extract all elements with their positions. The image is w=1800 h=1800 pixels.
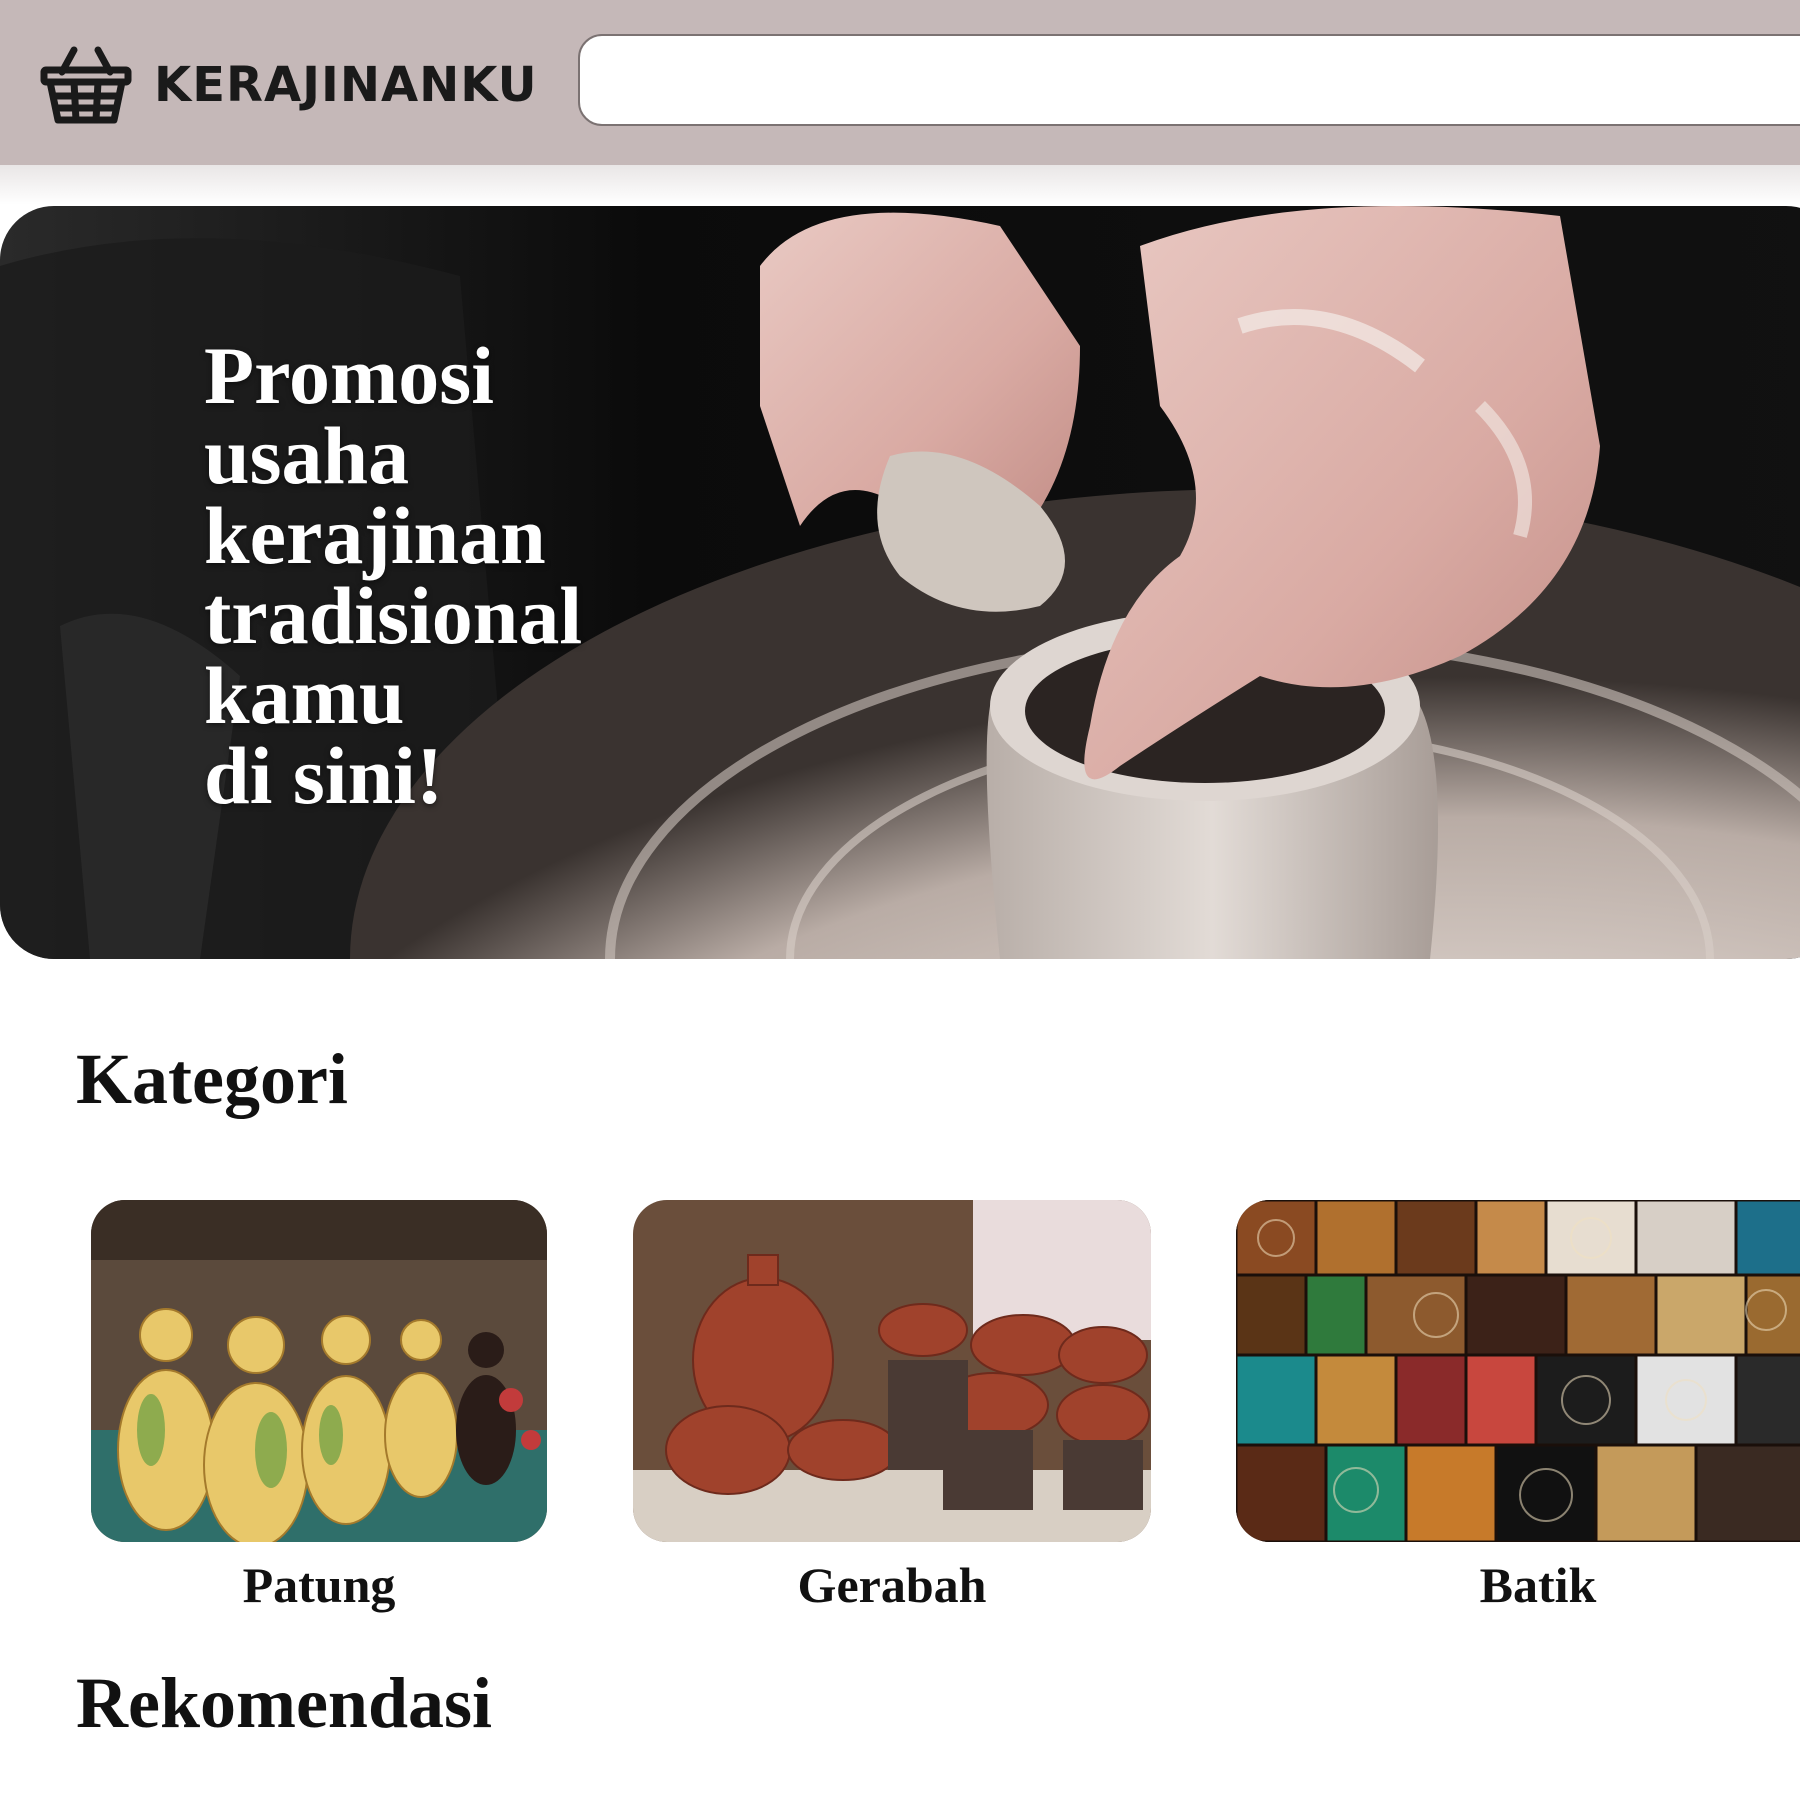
hero-banner[interactable]: Promosi usaha kerajinan tradisional kamu…	[0, 206, 1800, 959]
category-card-gerabah[interactable]	[633, 1200, 1151, 1542]
brand-name: KERAJINANKU	[154, 57, 538, 113]
category-label-gerabah[interactable]: Gerabah	[633, 1556, 1151, 1614]
patung-image	[91, 1200, 547, 1542]
basket-icon	[40, 46, 132, 124]
gerabah-image	[633, 1200, 1151, 1542]
top-bar-shadow	[0, 165, 1800, 205]
category-card-patung[interactable]	[91, 1200, 547, 1542]
brand-logo[interactable]: KERAJINANKU	[40, 44, 538, 126]
kategori-heading: Kategori	[76, 1039, 348, 1119]
category-label-batik[interactable]: Batik	[1236, 1556, 1800, 1614]
category-card-batik[interactable]	[1236, 1200, 1800, 1542]
batik-image	[1236, 1200, 1800, 1542]
category-label-patung[interactable]: Patung	[91, 1556, 547, 1614]
rekomendasi-heading: Rekomendasi	[76, 1663, 493, 1743]
hero-headline: Promosi usaha kerajinan tradisional kamu…	[204, 330, 583, 821]
search-input[interactable]	[578, 34, 1800, 126]
